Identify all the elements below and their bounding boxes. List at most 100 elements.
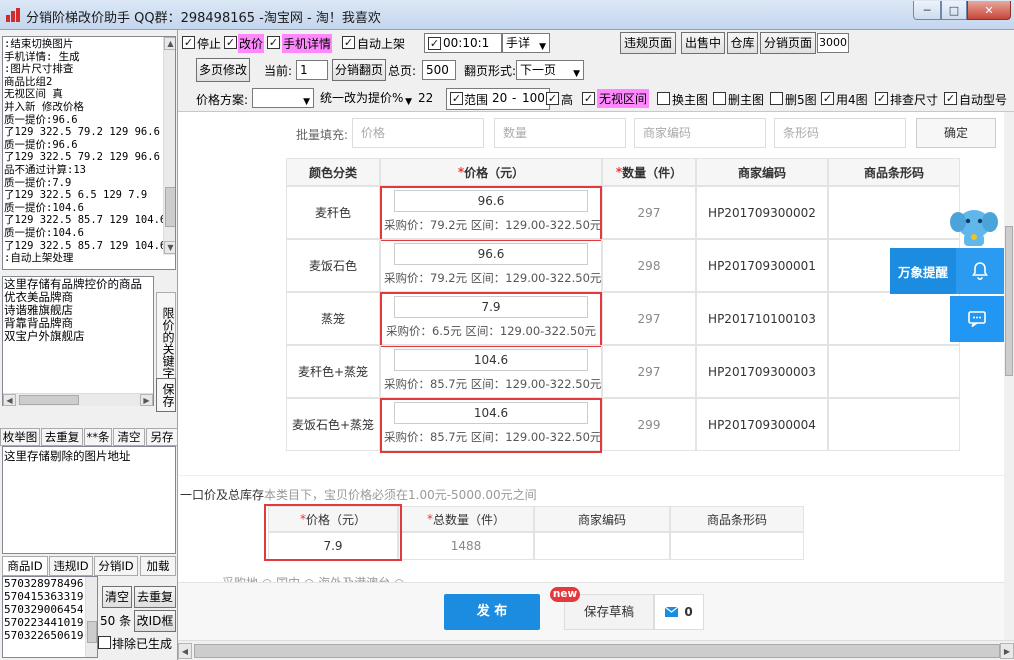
current-page-input[interactable]: 1 (296, 60, 328, 80)
tab-save-as[interactable]: 另存 (146, 428, 178, 446)
app-icon (6, 8, 20, 22)
tab-violation-id[interactable]: 违规ID (49, 556, 93, 576)
save-keywords-button[interactable]: 保存 (156, 378, 176, 412)
summary-barcode-value[interactable] (670, 532, 804, 560)
stop-label: 停止 (197, 37, 222, 51)
change-main-checkbox[interactable] (657, 92, 670, 105)
log-line: 质一提价:104.6 (4, 226, 84, 239)
clear-ids-button[interactable]: 清空 (102, 586, 132, 608)
range-max-input[interactable]: 100 (522, 91, 545, 105)
flip-mode-select[interactable]: 下一页 ▼ (516, 60, 584, 80)
content-vscrollbar[interactable] (1004, 112, 1014, 640)
tab-distribution-id[interactable]: 分销ID (94, 556, 138, 576)
total-pages-input[interactable]: 500 (422, 60, 456, 80)
detail-mode-select[interactable]: 手详 ▼ (502, 33, 550, 53)
auto-model-checkbox[interactable]: ✓ (944, 92, 957, 105)
maximize-button[interactable]: □ (941, 1, 967, 20)
scroll-right-icon[interactable]: ▶ (1000, 643, 1014, 659)
high-checkbox[interactable]: ✓ (546, 92, 559, 105)
check-size-checkbox[interactable]: ✓ (875, 92, 888, 105)
sku-barcode-cell[interactable] (828, 398, 960, 451)
time-checkbox[interactable]: ✓ (428, 37, 441, 50)
tab-product-id[interactable]: 商品ID (2, 556, 48, 576)
scroll-up-icon[interactable]: ▲ (164, 37, 175, 50)
minimize-button[interactable]: ─ (913, 1, 941, 20)
log-vscrollbar[interactable]: ▲ ▼ (163, 37, 175, 255)
batch-code-input[interactable]: 商家编码 (634, 118, 766, 148)
warehouse-button[interactable]: 仓库 (727, 32, 758, 54)
id-vscrollbar[interactable] (85, 577, 97, 657)
scroll-left-icon[interactable]: ◀ (178, 643, 192, 659)
removed-images-textbox[interactable]: 这里存储剔除的图片地址 (2, 446, 176, 554)
content-hscrollbar[interactable]: ◀ ▶ (178, 640, 1014, 660)
log-lines: :结束切换图片 手机详情: 生成:图片尺寸排查 商品比组2 无视区间 真并入新 修改价… (4, 38, 166, 265)
batch-price-input[interactable]: 价格 (352, 118, 484, 148)
log-line: 质一提价:104.6 (4, 201, 84, 214)
sku-price-input[interactable]: 96.6 (394, 243, 588, 265)
draft-count-button[interactable]: 0 (654, 594, 704, 630)
sku-color-cell: 蒸笼 (286, 292, 380, 345)
chat-button[interactable] (950, 296, 1004, 342)
distribution-page-button[interactable]: 分销页面 (760, 32, 816, 54)
batch-fill-label: 批量填充: (296, 128, 349, 142)
load-button[interactable]: 加载 (140, 556, 176, 576)
sku-price-input[interactable]: 104.6 (394, 349, 588, 371)
range-checkbox[interactable]: ✓ (450, 92, 463, 105)
scroll-thumb[interactable] (19, 395, 79, 405)
stop-checkbox[interactable]: ✓ (182, 36, 195, 49)
batch-barcode-input[interactable]: 条形码 (774, 118, 906, 148)
scroll-down-icon[interactable]: ▼ (164, 241, 175, 254)
batch-qty-input[interactable]: 数量 (494, 118, 626, 148)
mobile-detail-checkbox[interactable]: ✓ (267, 36, 280, 49)
distribution-flip-button[interactable]: 分销翻页 (332, 59, 386, 81)
wanxiang-reminder-button[interactable]: 万象提醒 (890, 248, 956, 294)
violation-page-button[interactable]: 违规页面 (620, 32, 676, 54)
id-list[interactable]: 570328978496 570415363319 570329006454 5702… (2, 576, 98, 658)
ignore-range-checkbox[interactable]: ✓ (582, 92, 595, 105)
header-color: 颜色分类 (286, 158, 380, 186)
log-textbox[interactable]: :结束切换图片 手机详情: 生成:图片尺寸排查 商品比组2 无视区间 真并入新 修改价… (2, 36, 176, 270)
use-4-checkbox[interactable]: ✓ (821, 92, 834, 105)
scroll-right-icon[interactable]: ▶ (140, 394, 153, 406)
change-price-checkbox[interactable]: ✓ (224, 36, 237, 49)
keyword-textbox[interactable]: 这里存储有品牌控价的商品 优衣美品牌商 诗谐雅旗舰店 背靠背品牌商 双宝户外旗舰店 ◀ … (2, 276, 154, 406)
unify-mode-select[interactable]: 统一改为提价% ▼ (316, 88, 414, 108)
elephant-mascot-icon[interactable] (948, 204, 1000, 248)
keyword-hscrollbar[interactable]: ◀ ▶ (3, 393, 153, 406)
summary-code-value[interactable] (534, 532, 670, 560)
range-min-input[interactable]: 20 (492, 91, 507, 105)
tab-clear[interactable]: 清空 (113, 428, 145, 446)
edit-id-box-button[interactable]: 改ID框 (134, 610, 176, 632)
sku-barcode-cell[interactable] (828, 292, 960, 345)
on-sale-button[interactable]: 出售中 (681, 32, 725, 54)
close-button[interactable]: ✕ (967, 1, 1011, 20)
window-title: 分销阶梯改价助手 QQ群：298498165 -淘宝网 - 淘！我喜欢 (26, 11, 381, 26)
notification-button[interactable] (956, 248, 1004, 294)
scroll-thumb[interactable] (194, 644, 1000, 658)
delete-main-checkbox[interactable] (713, 92, 726, 105)
summary-total-value: 1488 (398, 532, 534, 560)
tab-count[interactable]: **条 (84, 428, 112, 446)
exclude-generated-checkbox[interactable] (98, 636, 111, 649)
price-plan-select[interactable]: ▼ (252, 88, 314, 108)
dedupe-ids-button[interactable]: 去重复 (134, 586, 176, 608)
tab-enumerate-images[interactable]: 枚举图 (0, 428, 40, 446)
sku-qty-cell: 297 (602, 186, 696, 239)
scroll-thumb[interactable] (165, 187, 175, 227)
log-line: :结束切换图片 (4, 38, 74, 50)
distribution-value-input[interactable]: 3000 (817, 33, 849, 53)
batch-confirm-button[interactable]: 确定 (916, 118, 996, 148)
sku-price-highlight (380, 398, 602, 453)
sku-barcode-cell[interactable] (828, 345, 960, 398)
scroll-thumb[interactable] (1005, 226, 1013, 376)
scroll-thumb[interactable] (87, 621, 97, 643)
unify-number[interactable]: 22 (418, 91, 433, 105)
publish-button[interactable]: 发 布 (444, 594, 540, 630)
delete-5-checkbox[interactable] (770, 92, 783, 105)
sku-barcode-cell[interactable] (828, 186, 960, 239)
tab-dedupe[interactable]: 去重复 (41, 428, 83, 446)
multi-page-edit-button[interactable]: 多页修改 (196, 58, 250, 82)
scroll-left-icon[interactable]: ◀ (3, 394, 16, 406)
time-picker[interactable]: ✓ 00:10:1 (424, 33, 502, 53)
auto-list-checkbox[interactable]: ✓ (342, 36, 355, 49)
